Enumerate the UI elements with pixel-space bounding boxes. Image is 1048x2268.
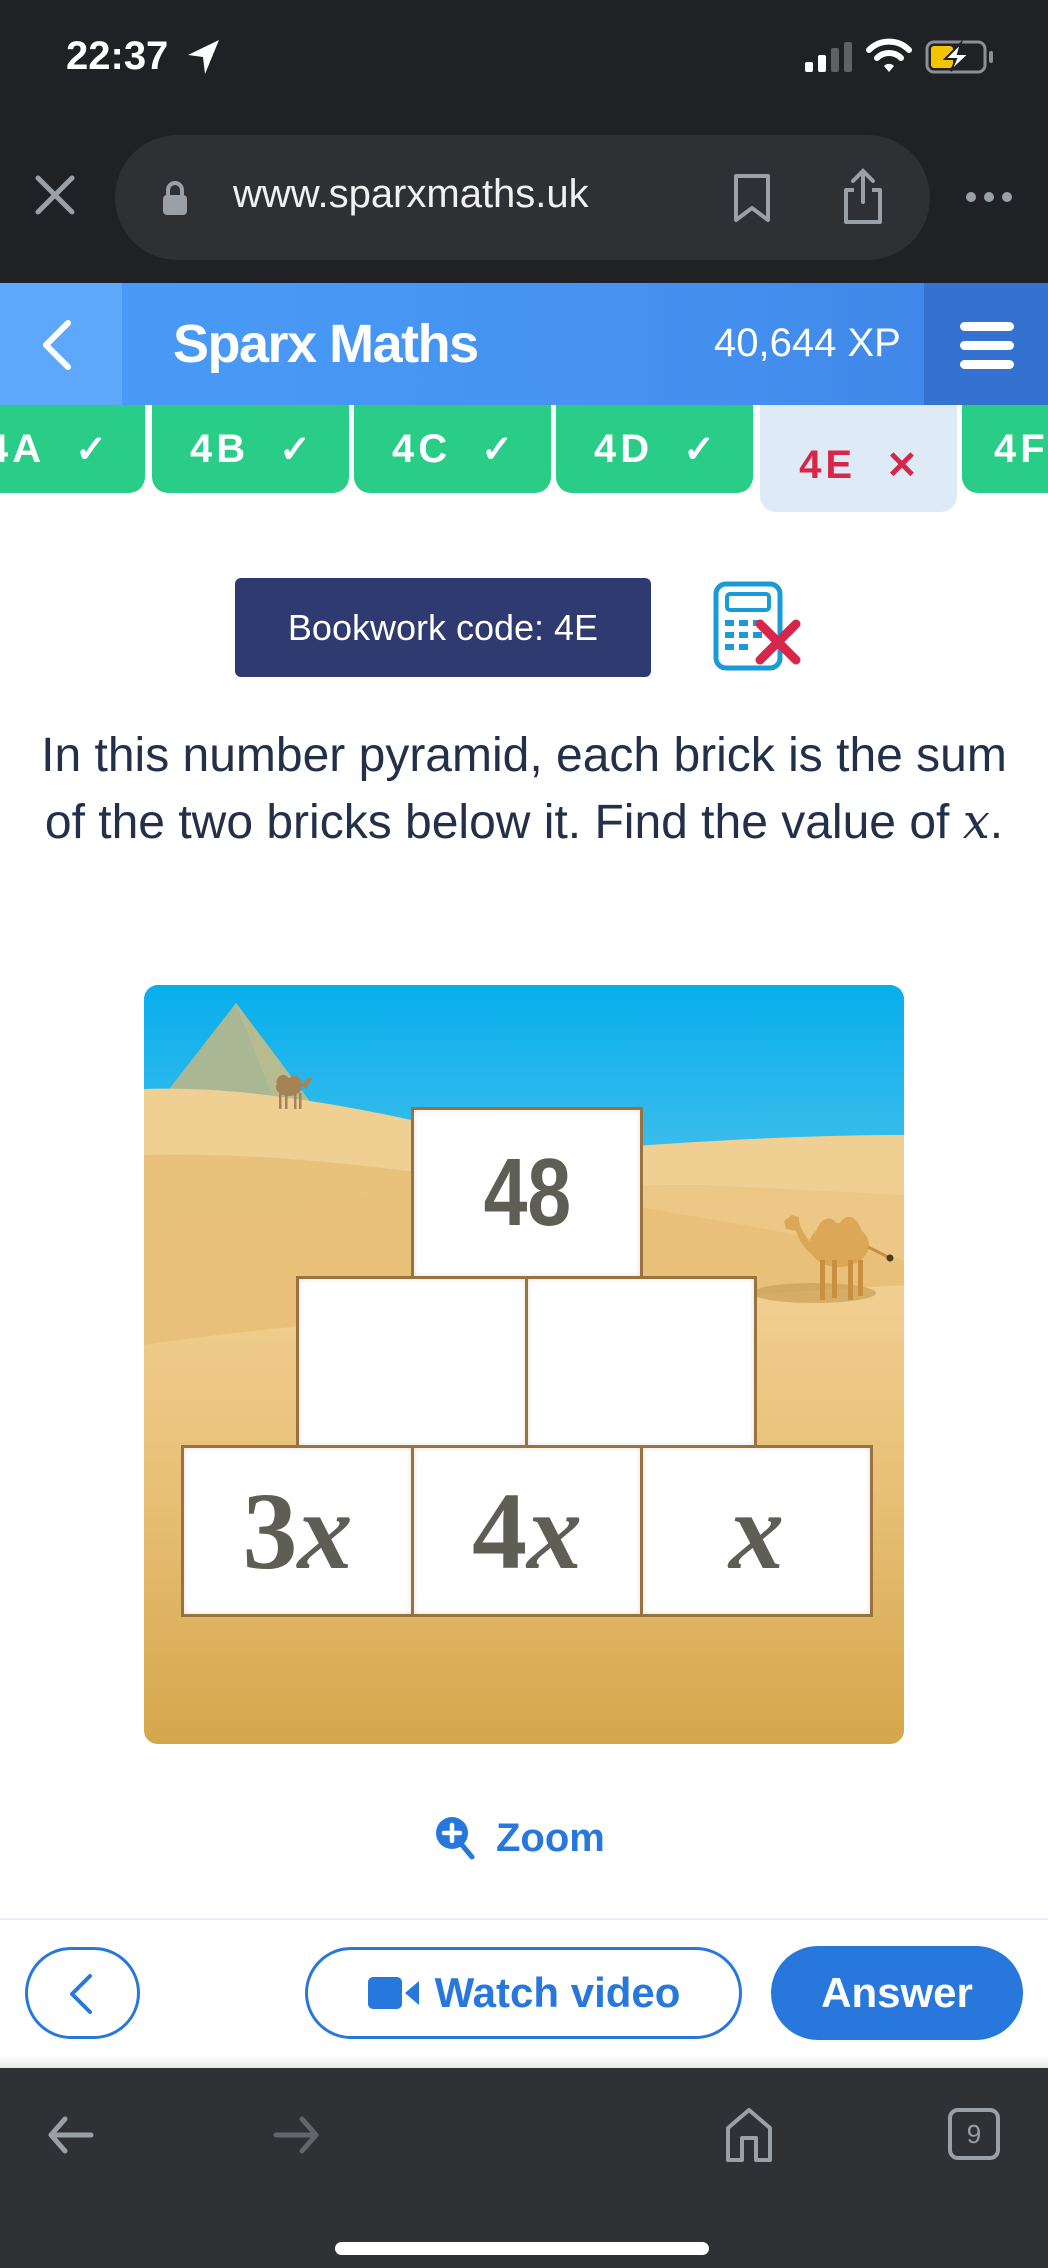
- video-camera-icon: [367, 1977, 419, 2009]
- question-variable: x: [962, 794, 990, 850]
- app-header: Sparx Maths 40,644 XP: [0, 283, 1048, 405]
- tab-4f[interactable]: 4F: [962, 405, 1048, 493]
- url-text[interactable]: www.sparxmaths.uk: [233, 172, 589, 217]
- tab-4c[interactable]: 4C ✓: [354, 405, 551, 493]
- app-title: Sparx Maths: [173, 314, 479, 374]
- menu-button[interactable]: [924, 283, 1048, 405]
- tab-4a[interactable]: 4A✓: [0, 405, 145, 493]
- header-back-button[interactable]: [0, 283, 122, 405]
- divider: [0, 1918, 1048, 1920]
- location-arrow-icon: [188, 40, 219, 74]
- tabs-icon[interactable]: 9: [948, 2108, 1000, 2160]
- check-icon: ✓: [279, 428, 311, 471]
- calculator-not-allowed-icon: [713, 581, 801, 671]
- browser-bottom-bar: 9: [0, 2056, 1048, 2268]
- chevron-left-icon: [43, 320, 71, 370]
- chevron-left-icon: [70, 1974, 92, 2014]
- browser-top-chrome: 22:37 www.sparxmaths.uk: [0, 0, 1048, 283]
- forward-arrow-icon[interactable]: [272, 2113, 322, 2157]
- previous-button[interactable]: [25, 1947, 140, 2039]
- tab-4d[interactable]: 4D ✓: [556, 405, 753, 493]
- close-icon[interactable]: [30, 170, 80, 220]
- cellular-signal-icon: [805, 42, 852, 72]
- check-icon: ✓: [481, 428, 513, 471]
- question-text: In this number pyramid, each brick is th…: [41, 729, 1007, 850]
- zoom-button[interactable]: Zoom: [434, 1810, 605, 1866]
- answer-button[interactable]: Answer: [771, 1946, 1023, 2040]
- battery-charging-icon: [925, 40, 993, 74]
- task-tabs: 4A✓ 4B✓ 4C✓ 4D✓ 4E✕ 4F: [0, 405, 1048, 515]
- hamburger-icon: [960, 322, 1014, 331]
- tab-4e[interactable]: 4E ✕: [760, 405, 957, 512]
- zoom-in-icon: [436, 1817, 475, 1860]
- home-indicator[interactable]: [335, 2242, 709, 2255]
- watch-video-button[interactable]: Watch video: [305, 1947, 742, 2039]
- lock-icon: [163, 181, 187, 215]
- share-icon[interactable]: [840, 168, 886, 226]
- brick-middle-right: [525, 1276, 757, 1448]
- home-icon[interactable]: [722, 2108, 776, 2162]
- status-time: 22:37: [66, 34, 169, 78]
- more-icon[interactable]: [965, 190, 1013, 204]
- bookmark-icon[interactable]: [732, 172, 772, 224]
- brick-middle-left: [296, 1276, 528, 1448]
- xp-counter: 40,644 XP: [714, 321, 901, 365]
- back-arrow-icon[interactable]: [45, 2113, 95, 2157]
- brick-bottom-middle: 4x: [411, 1445, 643, 1617]
- check-icon: ✓: [683, 428, 715, 471]
- pyramid-image[interactable]: 48 3x 4x x: [144, 985, 904, 1744]
- cross-icon: ✕: [886, 445, 918, 487]
- brick-top: 48: [411, 1107, 643, 1279]
- wifi-icon: [866, 38, 912, 72]
- check-icon: ✓: [75, 428, 107, 471]
- brick-bottom-right: x: [640, 1445, 873, 1617]
- tab-4b[interactable]: 4B ✓: [152, 405, 349, 493]
- brick-bottom-left: 3x: [181, 1445, 414, 1617]
- bookwork-code: Bookwork code: 4E: [235, 578, 651, 677]
